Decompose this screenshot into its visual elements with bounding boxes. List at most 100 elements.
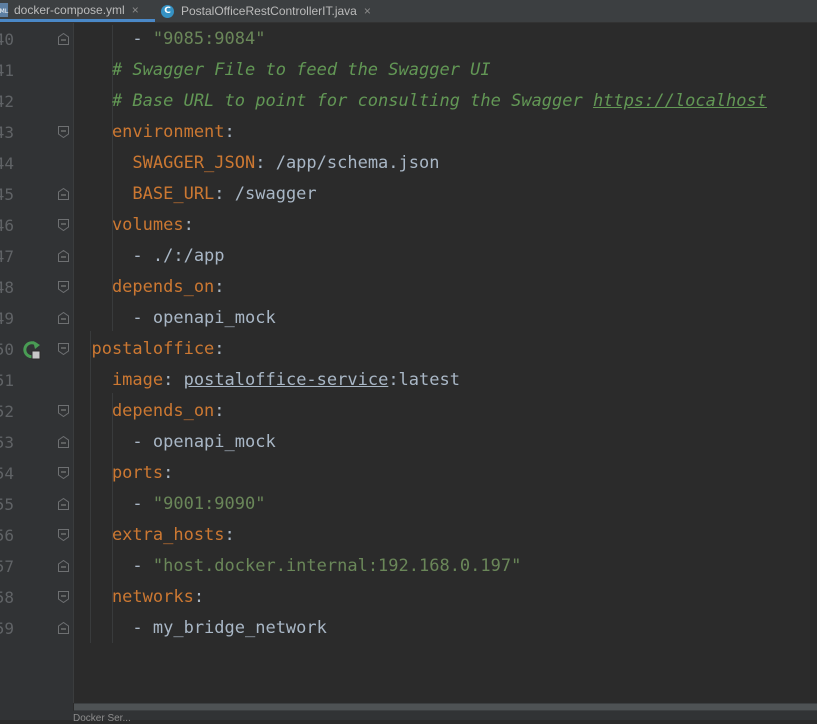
line-number[interactable]: 158	[0, 588, 14, 608]
line-number[interactable]: 155	[0, 495, 14, 515]
code-token: - my_bridge_network	[71, 618, 327, 638]
line-number[interactable]: 154	[0, 464, 14, 484]
code-text[interactable]: ports:	[71, 462, 173, 484]
code-line[interactable]: 146 volumes:	[0, 210, 817, 241]
run-service-icon[interactable]	[22, 339, 44, 361]
code-line[interactable]: 158 networks:	[0, 582, 817, 613]
fold-end-icon[interactable]	[58, 560, 69, 572]
code-line[interactable]: 150 postaloffice:	[0, 334, 817, 365]
fold-collapse-icon[interactable]	[58, 281, 69, 293]
code-text[interactable]: BASE_URL: /swagger	[71, 183, 316, 205]
code-text[interactable]: - openapi_mock	[71, 431, 275, 453]
tab-postal-office-rest-controller-it[interactable]: C PostalOfficeRestControllerIT.java ×	[155, 0, 381, 22]
line-number[interactable]: 149	[0, 309, 14, 329]
fold-end-icon[interactable]	[58, 188, 69, 200]
code-text[interactable]: postaloffice:	[71, 338, 225, 360]
code-line[interactable]: 153 - openapi_mock	[0, 427, 817, 458]
fold-collapse-icon[interactable]	[58, 467, 69, 479]
line-number[interactable]: 148	[0, 278, 14, 298]
code-text[interactable]: volumes:	[71, 214, 194, 236]
line-number[interactable]: 153	[0, 433, 14, 453]
code-link[interactable]: https://localhost	[593, 91, 767, 111]
line-number[interactable]: 143	[0, 123, 14, 143]
code-line[interactable]: 148 depends_on:	[0, 272, 817, 303]
tab-docker-compose[interactable]: YML docker-compose.yml ×	[0, 0, 155, 22]
code-token: :	[214, 339, 225, 359]
code-line[interactable]: 157 - "host.docker.internal:192.168.0.19…	[0, 551, 817, 582]
close-icon[interactable]: ×	[364, 4, 371, 18]
code-text[interactable]: - ./:/app	[71, 245, 224, 267]
line-number[interactable]: 140	[0, 30, 14, 50]
code-line[interactable]: 147 - ./:/app	[0, 241, 817, 272]
fold-end-icon[interactable]	[58, 33, 69, 45]
java-class-icon: C	[161, 4, 174, 18]
code-line[interactable]: 142 # Base URL to point for consulting t…	[0, 86, 817, 117]
line-number[interactable]: 146	[0, 216, 14, 236]
code-token: - openapi_mock	[71, 308, 276, 328]
code-text[interactable]: environment:	[71, 121, 235, 143]
code-text[interactable]: - "9001:9090"	[71, 493, 265, 515]
code-line[interactable]: 145 BASE_URL: /swagger	[0, 179, 817, 210]
line-number[interactable]: 151	[0, 371, 14, 391]
code-text[interactable]: - "9085:9084"	[71, 28, 265, 50]
code-token: :	[224, 525, 235, 545]
code-token: "9001:9090"	[152, 494, 266, 514]
line-number[interactable]: 150	[0, 340, 14, 360]
code-token[interactable]: postaloffice-service	[184, 370, 389, 390]
line-number[interactable]: 156	[0, 526, 14, 546]
code-line[interactable]: 152 depends_on:	[0, 396, 817, 427]
code-text[interactable]: # Swagger File to feed the Swagger UI	[71, 59, 491, 81]
fold-end-icon[interactable]	[58, 312, 69, 324]
horizontal-scrollbar[interactable]	[74, 703, 817, 711]
fold-end-icon[interactable]	[58, 436, 69, 448]
code-line[interactable]: 156 extra_hosts:	[0, 520, 817, 551]
code-line[interactable]: 141 # Swagger File to feed the Swagger U…	[0, 55, 817, 86]
code-line[interactable]: 149 - openapi_mock	[0, 303, 817, 334]
code-text[interactable]: - "host.docker.internal:192.168.0.197"	[71, 555, 521, 577]
code-text[interactable]: depends_on:	[71, 276, 225, 298]
fold-end-icon[interactable]	[58, 622, 69, 634]
line-number[interactable]: 142	[0, 92, 14, 112]
code-text[interactable]: - openapi_mock	[71, 307, 276, 329]
code-token: # Base URL to point for consulting the S…	[71, 91, 593, 111]
code-line[interactable]: 154 ports:	[0, 458, 817, 489]
line-number[interactable]: 141	[0, 61, 14, 81]
code-token: :	[214, 401, 225, 421]
fold-collapse-icon[interactable]	[58, 219, 69, 231]
code-token: image	[71, 370, 164, 390]
line-number[interactable]: 147	[0, 247, 14, 267]
code-line[interactable]: 140 - "9085:9084"	[0, 24, 817, 55]
line-number[interactable]: 145	[0, 185, 14, 205]
code-text[interactable]: depends_on:	[71, 400, 225, 422]
tab-label: docker-compose.yml	[14, 2, 125, 17]
code-text[interactable]: image: postaloffice-service:latest	[71, 369, 460, 391]
code-text[interactable]: # Base URL to point for consulting the S…	[71, 90, 767, 112]
line-number[interactable]: 159	[0, 619, 14, 639]
fold-end-icon[interactable]	[58, 250, 69, 262]
code-text[interactable]: SWAGGER_JSON: /app/schema.json	[71, 152, 439, 174]
close-icon[interactable]: ×	[132, 3, 139, 17]
code-token: "host.docker.internal:192.168.0.197"	[152, 556, 522, 576]
code-token: : /app/schema.json	[255, 153, 440, 173]
fold-collapse-icon[interactable]	[58, 529, 69, 541]
scrollbar-thumb[interactable]	[74, 704, 817, 710]
code-token: :	[193, 587, 205, 607]
code-line[interactable]: 143 environment:	[0, 117, 817, 148]
code-line[interactable]: 159 - my_bridge_network	[0, 613, 817, 644]
code-line[interactable]: 144 SWAGGER_JSON: /app/schema.json	[0, 148, 817, 179]
code-text[interactable]: - my_bridge_network	[71, 617, 327, 639]
code-text[interactable]: extra_hosts:	[71, 524, 235, 546]
line-number[interactable]: 144	[0, 154, 14, 174]
code-line[interactable]: 155 - "9001:9090"	[0, 489, 817, 520]
fold-collapse-icon[interactable]	[58, 591, 69, 603]
fold-collapse-icon[interactable]	[58, 126, 69, 138]
fold-end-icon[interactable]	[58, 498, 69, 510]
fold-collapse-icon[interactable]	[58, 343, 69, 355]
code-token: "9085:9084"	[152, 29, 266, 49]
line-number[interactable]: 157	[0, 557, 14, 577]
code-token: :latest	[388, 370, 460, 390]
code-text[interactable]: networks:	[71, 586, 204, 608]
code-line[interactable]: 151 image: postaloffice-service:latest	[0, 365, 817, 396]
line-number[interactable]: 152	[0, 402, 14, 422]
fold-collapse-icon[interactable]	[58, 405, 69, 417]
